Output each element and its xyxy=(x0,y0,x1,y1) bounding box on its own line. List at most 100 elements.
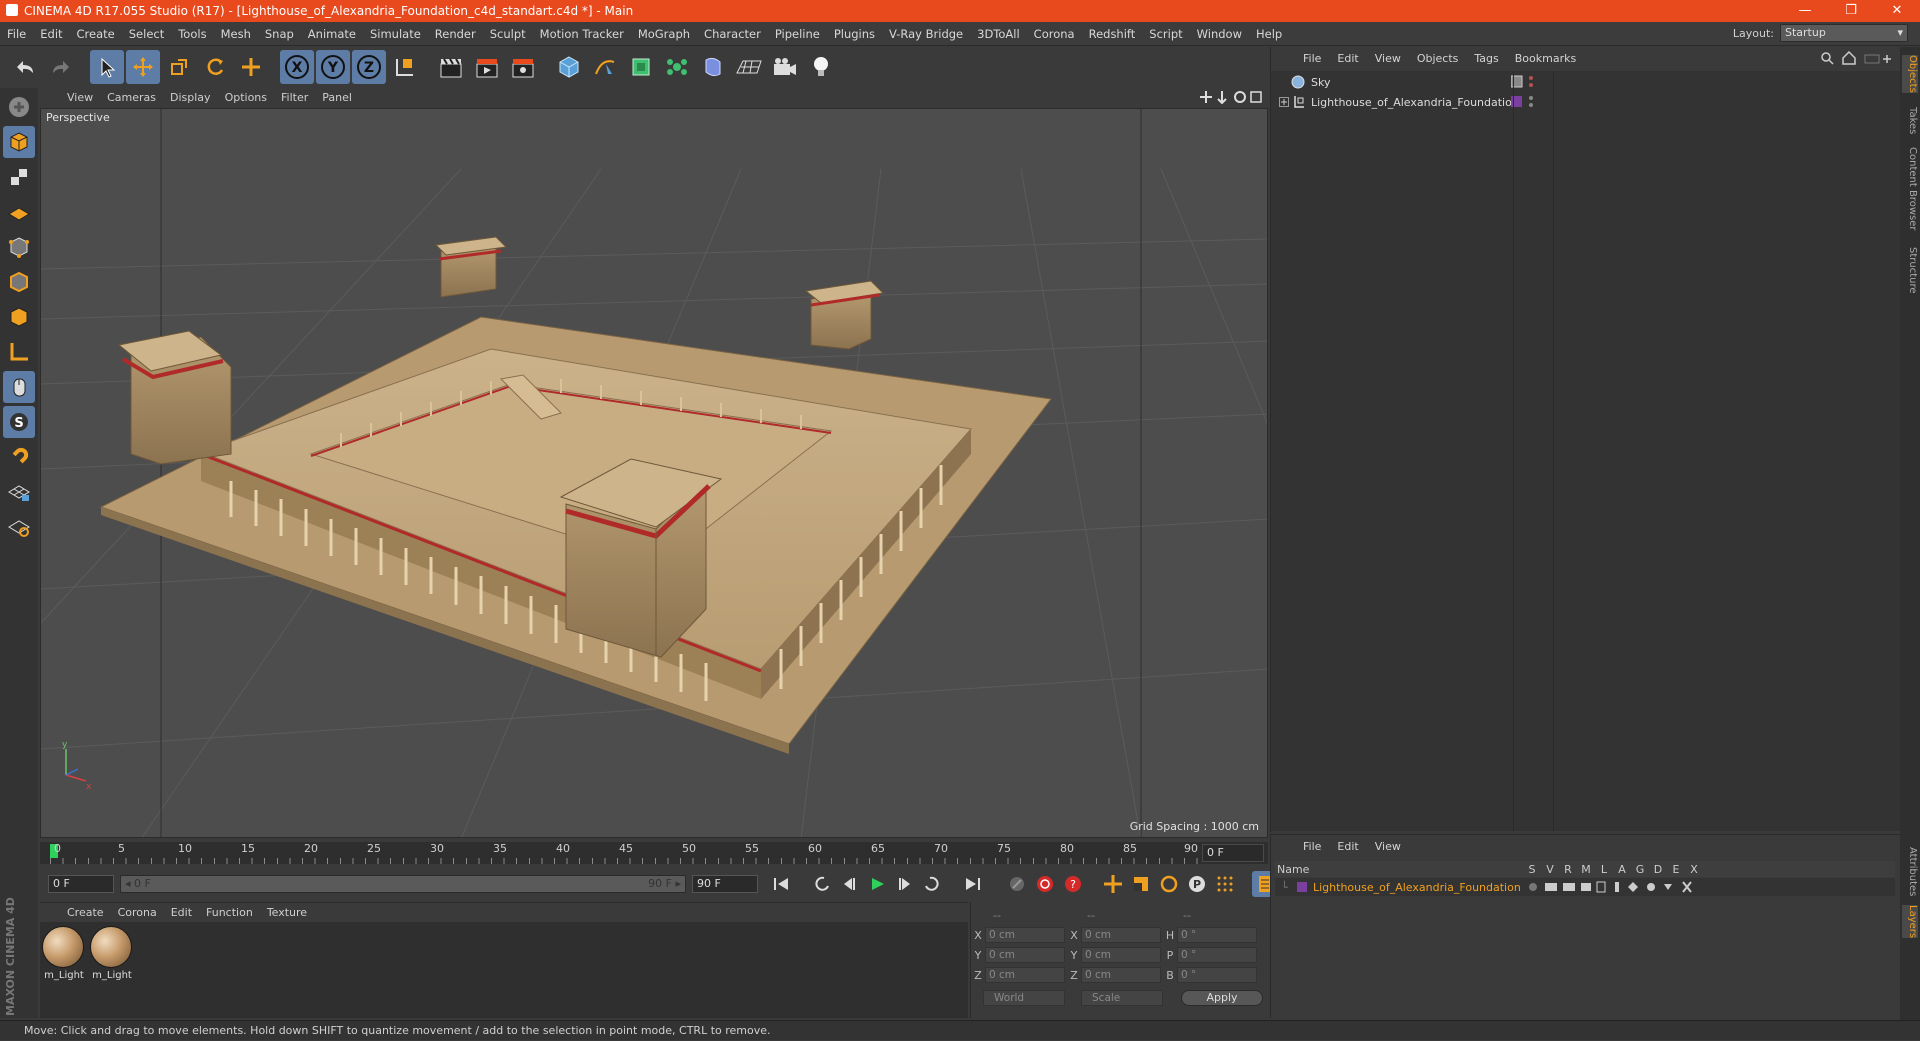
rotation-h-field[interactable]: 0 ° xyxy=(1177,927,1257,943)
menu-redshift[interactable]: Redshift xyxy=(1082,22,1143,46)
tab-objects[interactable]: Objects xyxy=(1902,55,1918,93)
layers-menu-file[interactable]: File xyxy=(1295,840,1329,853)
viewport-nav-icons[interactable] xyxy=(1200,90,1264,104)
polygons-mode-button[interactable] xyxy=(3,301,35,333)
column-divider[interactable] xyxy=(1553,71,1554,831)
layer-row[interactable]: └ Lighthouse_of_Alexandria_Foundation xyxy=(1275,878,1895,896)
preview-range-slider[interactable]: ◂ 0 F 90 F ▸ xyxy=(120,875,686,893)
menu-mesh[interactable]: Mesh xyxy=(214,22,258,46)
edges-mode-button[interactable] xyxy=(3,266,35,298)
render-picture-viewer-button[interactable] xyxy=(470,50,504,84)
viewport-menu-view[interactable]: View xyxy=(60,91,100,104)
layer-col-xref[interactable]: X xyxy=(1685,863,1703,876)
move-tool-button[interactable] xyxy=(126,49,160,84)
apply-button[interactable]: Apply xyxy=(1181,990,1263,1006)
restore-button[interactable]: ❐ xyxy=(1828,0,1874,22)
tab-attributes[interactable]: Attributes xyxy=(1902,847,1918,896)
expand-icon[interactable] xyxy=(1279,97,1289,107)
spline-pen-button[interactable] xyxy=(588,50,622,84)
viewport-menu-options[interactable]: Options xyxy=(218,91,274,104)
objects-menu-view[interactable]: View xyxy=(1367,52,1409,65)
workplane-mode-button[interactable] xyxy=(3,196,35,228)
menu-simulate[interactable]: Simulate xyxy=(363,22,428,46)
record-keys-button[interactable] xyxy=(1032,871,1058,897)
previous-frame-button[interactable] xyxy=(836,871,862,897)
layer-color-swatch[interactable] xyxy=(1297,882,1307,892)
menu-render[interactable]: Render xyxy=(428,22,483,46)
render-settings-button[interactable] xyxy=(506,50,540,84)
coordinate-system-button[interactable] xyxy=(388,50,422,84)
material-menu-texture[interactable]: Texture xyxy=(260,906,314,919)
foundation-tags[interactable] xyxy=(1511,95,1541,109)
model-mode-button[interactable] xyxy=(3,126,35,158)
rotation-b-field[interactable]: 0 ° xyxy=(1177,967,1257,983)
position-z-field[interactable]: 0 cm xyxy=(985,967,1065,983)
object-manager-tools[interactable] xyxy=(1821,51,1895,65)
menu-script[interactable]: Script xyxy=(1142,22,1189,46)
key-position-button[interactable] xyxy=(1100,871,1126,897)
key-rotation-button[interactable] xyxy=(1156,871,1182,897)
material-menu-corona[interactable]: Corona xyxy=(111,906,164,919)
rotation-p-field[interactable]: 0 ° xyxy=(1177,947,1257,963)
layer-col-deformers[interactable]: D xyxy=(1649,863,1667,876)
mograph-cloner-button[interactable] xyxy=(660,50,694,84)
layer-col-expressions[interactable]: E xyxy=(1667,863,1685,876)
objects-menu-file[interactable]: File xyxy=(1295,52,1329,65)
position-x-field[interactable]: 0 cm xyxy=(985,927,1065,943)
menu-motion-tracker[interactable]: Motion Tracker xyxy=(533,22,631,46)
objects-menu-edit[interactable]: Edit xyxy=(1329,52,1366,65)
points-mode-button[interactable] xyxy=(3,231,35,263)
menu-help[interactable]: Help xyxy=(1249,22,1289,46)
scale-tool-button[interactable] xyxy=(162,50,196,84)
menu-mograph[interactable]: MoGraph xyxy=(631,22,697,46)
objects-menu-objects[interactable]: Objects xyxy=(1409,52,1467,65)
viewport-menu-display[interactable]: Display xyxy=(163,91,218,104)
object-row-sky[interactable]: Sky xyxy=(1279,73,1879,91)
viewport-menu-panel[interactable]: Panel xyxy=(315,91,359,104)
play-button[interactable] xyxy=(864,871,890,897)
snap-button[interactable] xyxy=(3,441,35,473)
menu-window[interactable]: Window xyxy=(1190,22,1249,46)
material-menu-function[interactable]: Function xyxy=(199,906,260,919)
menu-tools[interactable]: Tools xyxy=(171,22,213,46)
workplane-align-button[interactable] xyxy=(3,511,35,543)
tab-takes[interactable]: Takes xyxy=(1902,107,1918,134)
motion-record-button[interactable] xyxy=(1004,871,1030,897)
menu-edit[interactable]: Edit xyxy=(33,22,69,46)
objects-menu-bookmarks[interactable]: Bookmarks xyxy=(1507,52,1584,65)
camera-button[interactable] xyxy=(768,50,802,84)
subdivision-surface-button[interactable] xyxy=(624,50,658,84)
material-swatch[interactable]: m_Light xyxy=(90,926,134,984)
close-button[interactable]: ✕ xyxy=(1874,0,1920,22)
size-x-field[interactable]: 0 cm xyxy=(1081,927,1161,943)
layer-col-view[interactable]: V xyxy=(1541,863,1559,876)
end-frame-field[interactable]: 90 F xyxy=(692,875,758,893)
transform-tool-button[interactable] xyxy=(234,50,268,84)
layer-col-render[interactable]: R xyxy=(1559,863,1577,876)
cube-object-button[interactable] xyxy=(552,50,586,84)
workplane-lock-button[interactable] xyxy=(3,476,35,508)
sky-tags[interactable] xyxy=(1511,75,1541,89)
layers-menu-view[interactable]: View xyxy=(1367,840,1409,853)
next-key-button[interactable] xyxy=(920,871,946,897)
render-view-button[interactable] xyxy=(434,50,468,84)
layout-select[interactable]: Startup xyxy=(1780,24,1908,42)
next-frame-button[interactable] xyxy=(892,871,918,897)
light-button[interactable] xyxy=(804,50,838,84)
layer-col-solo[interactable]: S xyxy=(1523,863,1541,876)
axis-mode-button[interactable] xyxy=(3,336,35,368)
minimize-button[interactable]: — xyxy=(1782,0,1828,22)
undo-button[interactable] xyxy=(8,50,42,84)
key-pla-button[interactable] xyxy=(1212,871,1238,897)
layer-col-locked[interactable]: L xyxy=(1595,863,1613,876)
objects-menu-tags[interactable]: Tags xyxy=(1466,52,1506,65)
material-swatch[interactable]: m_Light xyxy=(42,926,86,984)
current-frame-field[interactable]: 0 F xyxy=(1202,844,1264,862)
start-frame-field[interactable]: 0 F xyxy=(48,875,114,893)
go-to-end-button[interactable] xyxy=(960,871,986,897)
previous-key-button[interactable] xyxy=(808,871,834,897)
size-z-field[interactable]: 0 cm xyxy=(1081,967,1161,983)
z-axis-button[interactable]: Z xyxy=(352,49,386,84)
position-y-field[interactable]: 0 cm xyxy=(985,947,1065,963)
material-menu-edit[interactable]: Edit xyxy=(164,906,199,919)
